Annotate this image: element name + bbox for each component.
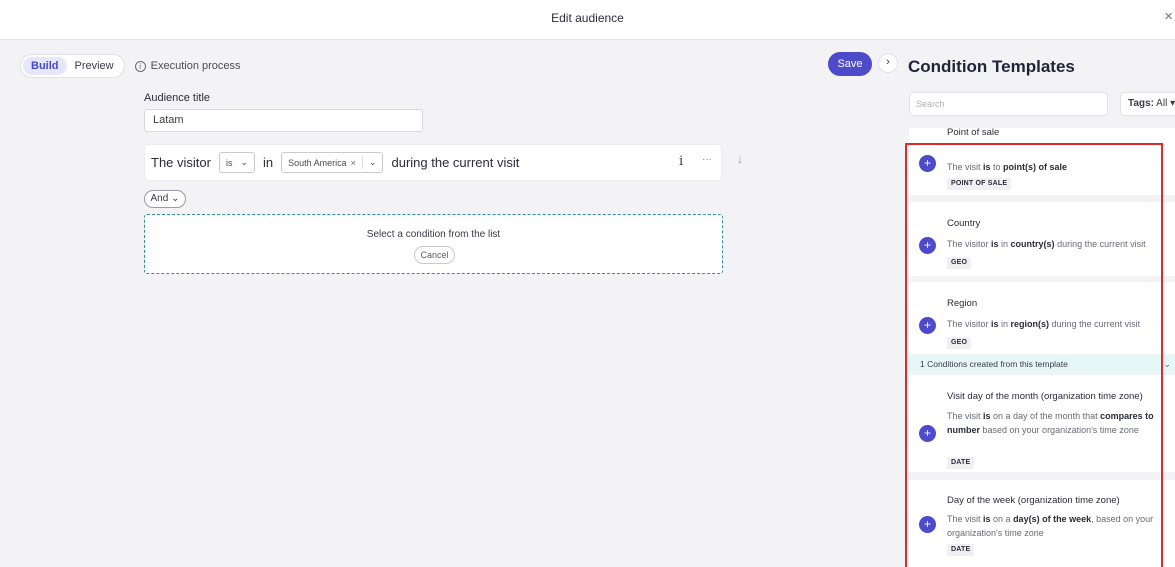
mode-toolbar: Build Preview i Execution process	[20, 54, 241, 78]
template-description: The visit is on a day of the month that …	[947, 411, 1154, 435]
top-bar: Edit audience ×	[0, 0, 1175, 40]
template-description: The visit is to point(s) of sale	[947, 162, 1068, 172]
execution-process-label: Execution process	[150, 60, 241, 72]
more-options-icon[interactable]: ···	[702, 154, 712, 165]
region-chip: South America	[288, 157, 347, 168]
template-name: Country	[947, 218, 981, 229]
close-icon[interactable]: ×	[1164, 9, 1173, 24]
template-tag: POINT OF SALE	[947, 178, 1012, 190]
condition-row: The visitor is ⌄ in South America × ⌄ du…	[144, 144, 722, 181]
panel-title: Condition Templates	[908, 57, 1075, 76]
chevron-down-icon: ⌄	[240, 157, 249, 167]
mode-toggle: Build Preview	[20, 54, 125, 78]
add-template-icon[interactable]: +	[919, 237, 936, 254]
template-card[interactable]: Point of sale + The visit is to point(s)…	[909, 128, 1175, 195]
tags-value: All	[1156, 98, 1168, 109]
add-template-icon[interactable]: +	[919, 516, 936, 533]
save-button[interactable]: Save	[828, 52, 872, 76]
templates-panel: Condition Templates Search Tags: All ▾ P…	[890, 40, 1175, 567]
template-card[interactable]: Day of the week (organization time zone)…	[909, 480, 1175, 567]
operator-dropdown[interactable]: is ⌄	[218, 152, 256, 173]
template-description: The visit is on a day(s) of the week, ba…	[947, 514, 1154, 538]
template-description: The visitor is in country(s) during the …	[947, 239, 1146, 249]
template-name: Region	[947, 298, 978, 309]
chevron-down-icon[interactable]: ⌄	[369, 157, 377, 168]
builder-pane: Build Preview i Execution process Save A…	[8, 40, 888, 567]
and-button[interactable]: And ⌄	[144, 190, 186, 208]
select-divider	[361, 156, 363, 169]
move-down-icon[interactable]: ↓	[737, 152, 743, 166]
add-template-icon[interactable]: +	[919, 155, 936, 172]
cancel-button[interactable]: Cancel	[414, 246, 455, 264]
dialog-title: Edit audience	[551, 11, 624, 25]
template-card[interactable]: Country + The visitor is in country(s) d…	[909, 202, 1175, 276]
condition-info-icon[interactable]: i	[679, 154, 683, 169]
template-description: The visitor is in region(s) during the c…	[947, 319, 1141, 329]
add-template-icon[interactable]: +	[919, 317, 936, 334]
template-tag: GEO	[947, 257, 972, 269]
template-name: Point of sale	[947, 128, 1000, 138]
template-tag: GEO	[947, 337, 972, 349]
collapse-panel-icon[interactable]: ›	[878, 53, 898, 73]
template-card[interactable]: Region + The visitor is in region(s) dur…	[909, 282, 1175, 354]
template-name: Visit day of the month (organization tim…	[947, 391, 1143, 402]
remove-chip-icon[interactable]: ×	[351, 158, 356, 168]
template-tag: DATE	[947, 544, 975, 556]
condition-preposition: in	[263, 155, 274, 170]
execution-process-link[interactable]: i Execution process	[134, 60, 241, 72]
created-conditions-bar[interactable]: 1 Conditions created from this template …	[909, 355, 1175, 374]
search-input[interactable]: Search	[909, 92, 1108, 116]
audience-title-input[interactable]: Latam	[144, 109, 423, 132]
tab-preview[interactable]: Preview	[67, 57, 122, 75]
condition-suffix: during the current visit	[391, 155, 520, 170]
template-name: Day of the week (organization time zone)	[947, 495, 1120, 506]
add-template-icon[interactable]: +	[919, 425, 936, 442]
tab-build[interactable]: Build	[23, 57, 67, 75]
condition-subject: The visitor	[151, 155, 211, 170]
info-icon: i	[134, 60, 146, 72]
dropzone-message: Select a condition from the list	[366, 229, 501, 240]
tags-label: Tags:	[1128, 98, 1154, 109]
template-card[interactable]: Visit day of the month (organization tim…	[909, 375, 1175, 472]
template-list: Point of sale + The visit is to point(s)…	[909, 128, 1175, 567]
tags-filter[interactable]: Tags: All ▾	[1120, 92, 1175, 116]
chevron-down-icon: ⌄	[1163, 359, 1171, 369]
created-conditions-label: 1 Conditions created from this template	[920, 359, 1068, 369]
condition-dropzone: Select a condition from the list Cancel	[144, 214, 723, 274]
region-select[interactable]: South America × ⌄	[281, 152, 384, 173]
operator-value: is	[225, 157, 233, 168]
audience-title-label: Audience title	[144, 92, 211, 104]
template-tag: DATE	[947, 457, 975, 469]
and-label: And	[150, 193, 169, 204]
